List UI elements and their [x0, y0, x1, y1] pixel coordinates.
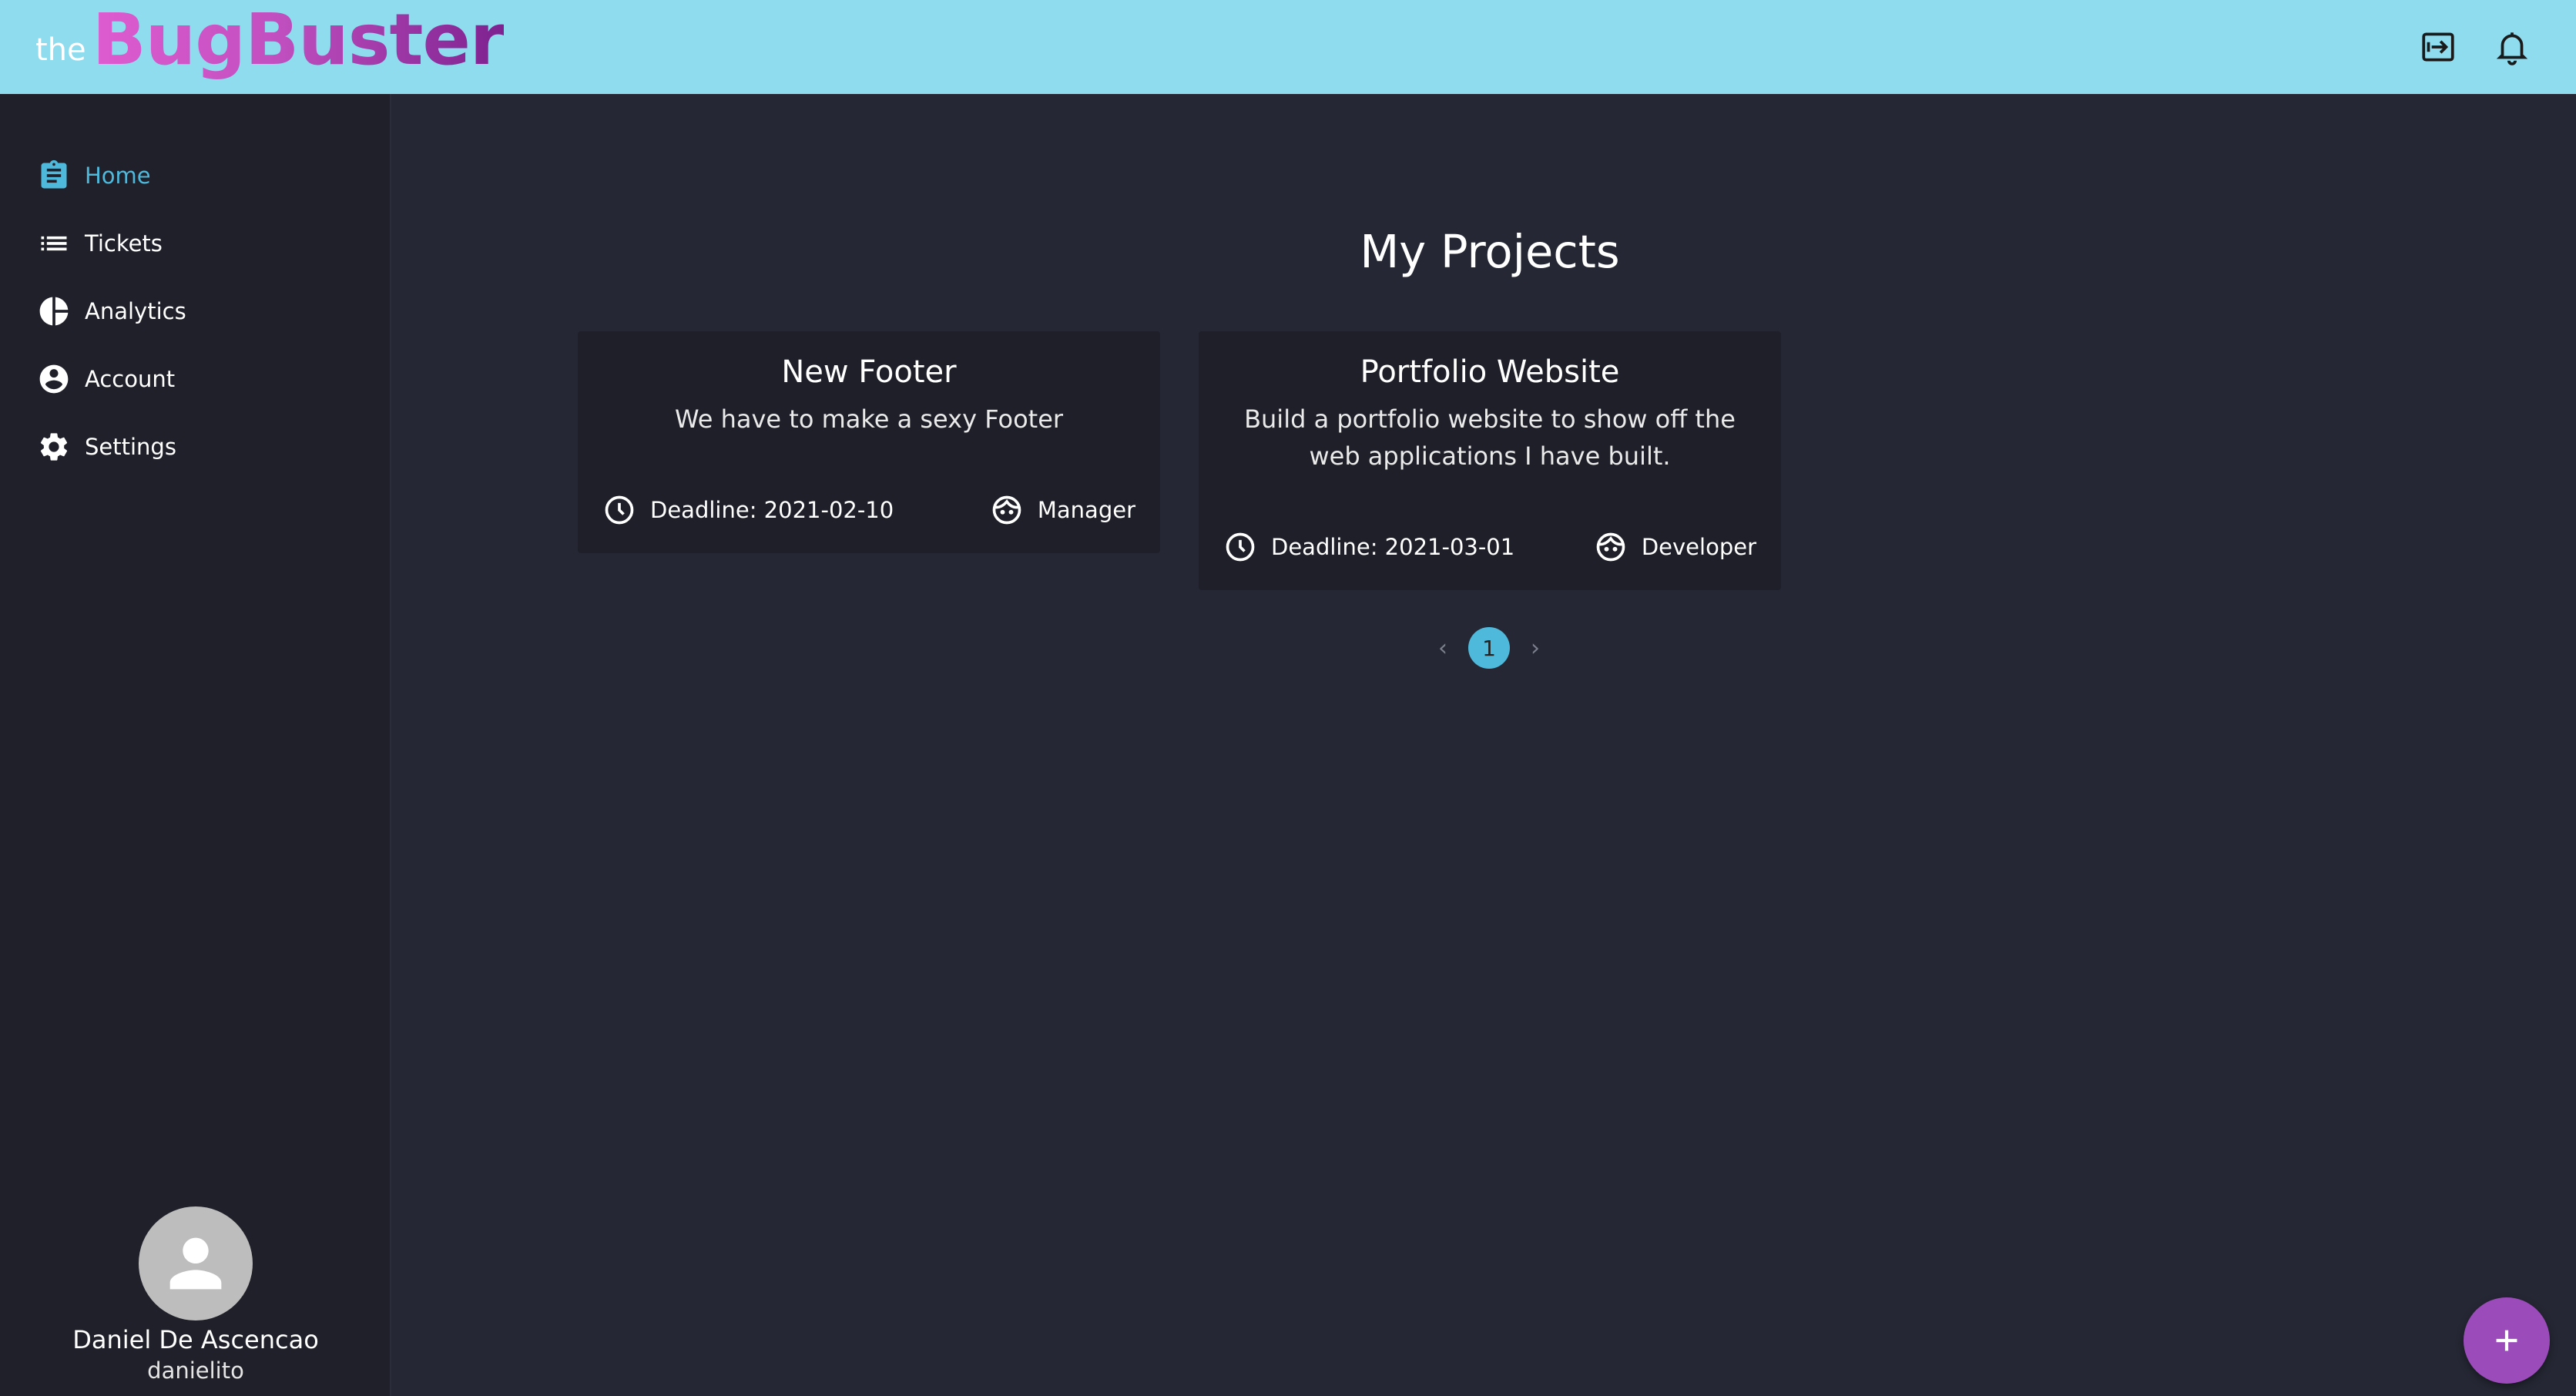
- user-profile: Daniel De Ascencao danielito: [0, 1206, 391, 1384]
- sidebar-item-home[interactable]: Home: [0, 142, 391, 210]
- list-icon: [41, 236, 67, 251]
- project-role: Developer: [1594, 524, 1756, 570]
- project-title: New Footer: [781, 354, 957, 390]
- profile-name: Daniel De Ascencao: [72, 1325, 319, 1354]
- logout-button[interactable]: [2414, 23, 2462, 71]
- role-text: Manager: [1037, 497, 1135, 523]
- sidebar: Home Tickets Analytics Account Settings: [0, 94, 391, 1396]
- pagination-next-button[interactable]: ›: [1524, 635, 1547, 662]
- role-text: Developer: [1641, 534, 1756, 560]
- project-footer: Deadline: 2021-02-10 Manager: [578, 487, 1160, 533]
- account-circle-icon: [39, 364, 69, 394]
- plus-icon: [2496, 1330, 2517, 1351]
- logout-icon: [2422, 32, 2454, 62]
- add-project-button[interactable]: [2464, 1297, 2550, 1384]
- sidebar-item-settings[interactable]: Settings: [0, 413, 391, 481]
- bell-icon: [2496, 32, 2528, 65]
- top-app-bar: the BugBuster: [0, 0, 2576, 94]
- logo-prefix: the: [35, 32, 86, 68]
- sidebar-item-label: Home: [85, 163, 151, 189]
- person-icon: [169, 1237, 222, 1290]
- sidebar-item-label: Analytics: [85, 298, 186, 324]
- sidebar-nav: Home Tickets Analytics Account Settings: [0, 142, 391, 481]
- clock-icon: [605, 495, 634, 525]
- clock-icon: [1226, 532, 1255, 562]
- face-icon: [992, 495, 1021, 525]
- notifications-button[interactable]: [2488, 23, 2536, 71]
- sidebar-item-account[interactable]: Account: [0, 345, 391, 413]
- pagination-prev-button[interactable]: ‹: [1431, 635, 1454, 662]
- app-logo[interactable]: the BugBuster: [35, 0, 505, 94]
- sidebar-item-label: Settings: [85, 434, 176, 460]
- clipboard-icon: [41, 159, 67, 189]
- project-deadline: Deadline: 2021-02-10: [602, 487, 894, 533]
- face-icon: [1596, 532, 1625, 562]
- sidebar-item-label: Tickets: [85, 230, 163, 257]
- pagination-page-1[interactable]: 1: [1468, 627, 1510, 669]
- profile-username: danielito: [147, 1357, 244, 1384]
- project-card[interactable]: Portfolio Website Build a portfolio webs…: [1199, 331, 1781, 590]
- project-description: Build a portfolio website to show off th…: [1244, 404, 1736, 471]
- avatar[interactable]: [139, 1206, 253, 1320]
- sidebar-item-tickets[interactable]: Tickets: [0, 210, 391, 277]
- sidebar-item-label: Account: [85, 366, 176, 392]
- logo-wordmark: BugBuster: [92, 0, 505, 81]
- deadline-text: Deadline: 2021-02-10: [650, 497, 894, 523]
- project-role: Manager: [990, 487, 1135, 533]
- gear-icon: [40, 433, 68, 461]
- deadline-text: Deadline: 2021-03-01: [1271, 534, 1515, 560]
- project-description: We have to make a sexy Footer: [674, 404, 1064, 434]
- page-title: My Projects: [1360, 225, 1620, 278]
- project-footer: Deadline: 2021-03-01 Developer: [1199, 524, 1781, 570]
- sidebar-item-analytics[interactable]: Analytics: [0, 277, 391, 345]
- pagination: ‹ 1 ›: [1431, 627, 1547, 669]
- project-card[interactable]: New Footer We have to make a sexy Footer…: [578, 331, 1160, 553]
- project-deadline: Deadline: 2021-03-01: [1223, 524, 1514, 570]
- project-title: Portfolio Website: [1360, 354, 1620, 390]
- pie-chart-icon: [39, 297, 69, 326]
